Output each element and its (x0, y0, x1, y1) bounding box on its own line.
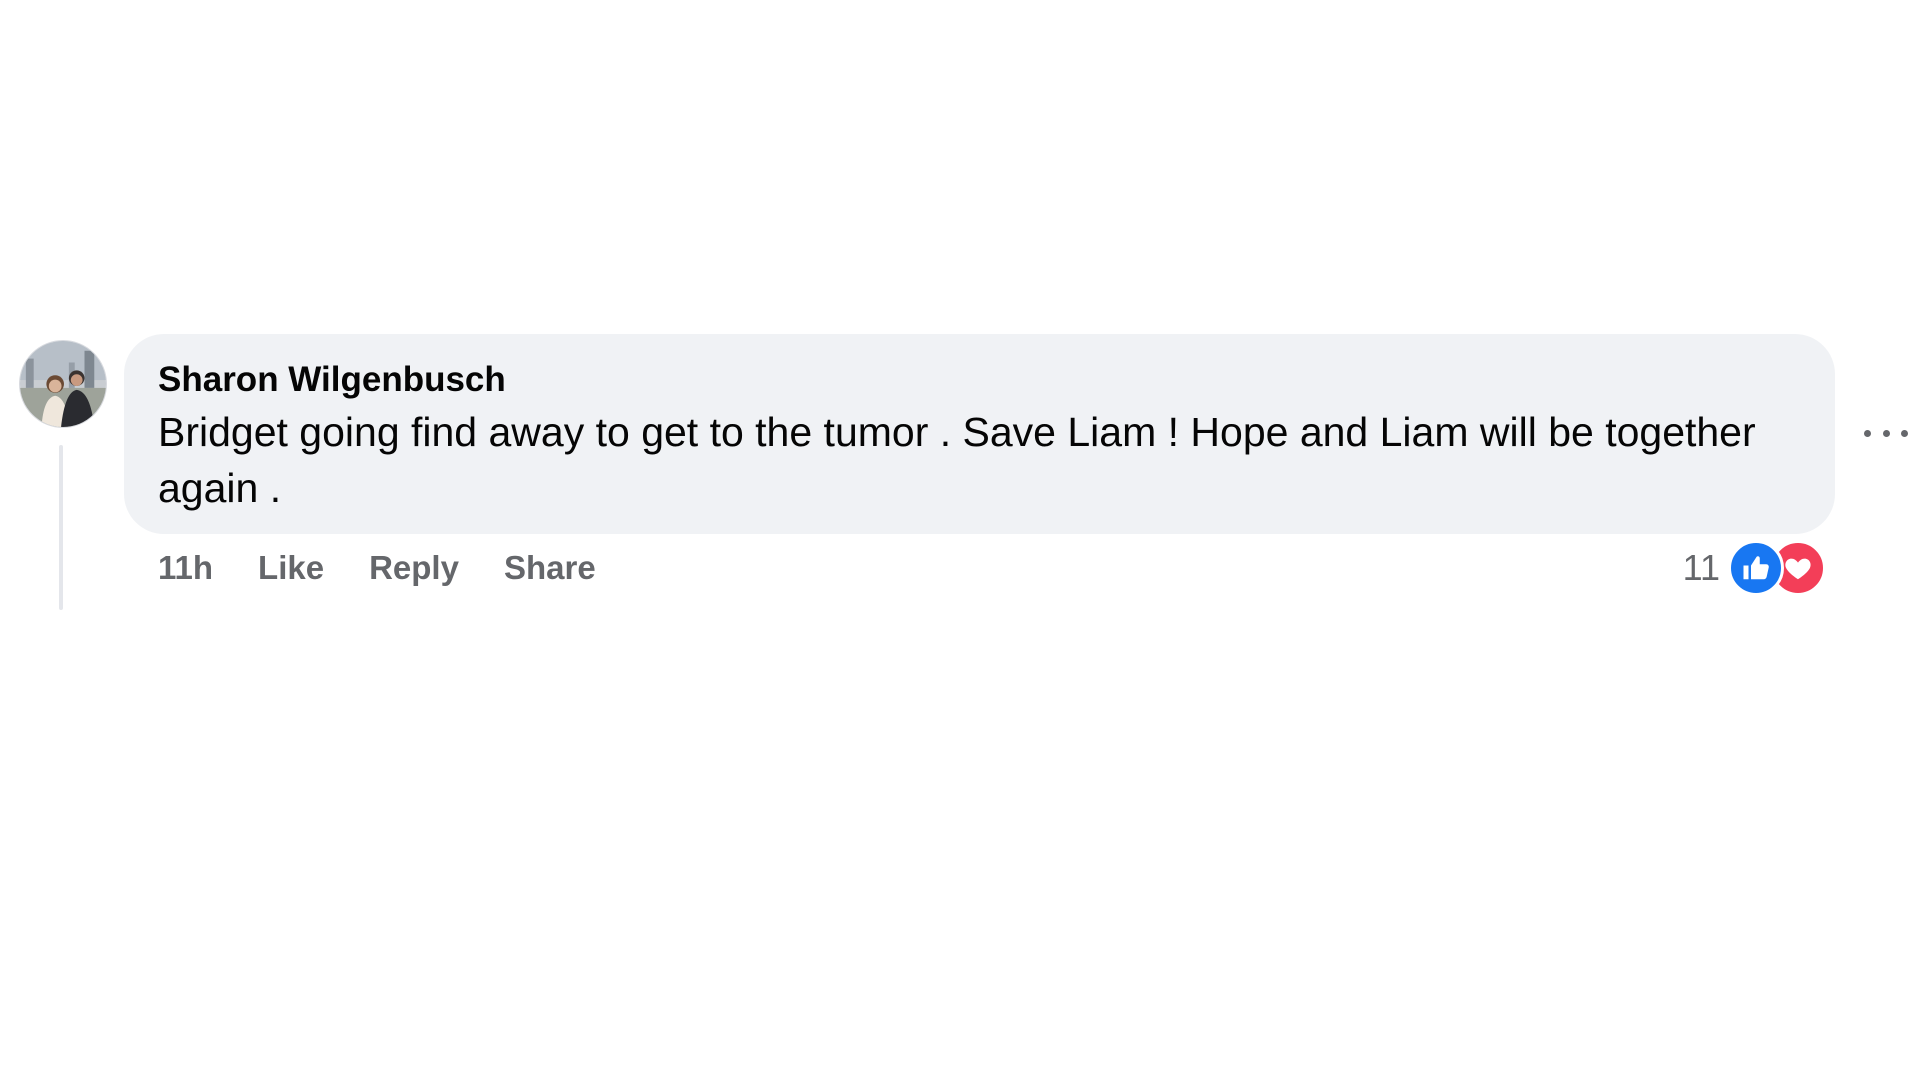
like-icon (1728, 540, 1784, 596)
more-options-icon-dot (1882, 429, 1890, 437)
comment-thread: Sharon Wilgenbusch Bridget going find aw… (0, 0, 1920, 1080)
share-button[interactable]: Share (504, 549, 596, 587)
more-options-button[interactable] (1864, 415, 1908, 451)
comment-text: Bridget going find away to get to the tu… (158, 409, 1756, 511)
comment-actions: 11h Like Reply Share (158, 546, 641, 590)
reaction-summary[interactable]: 11 (1683, 540, 1826, 596)
avatar-photo (20, 341, 106, 427)
comment-timestamp[interactable]: 11h (158, 549, 213, 587)
thread-line (59, 445, 63, 610)
more-options-icon-dot (1901, 429, 1908, 437)
reaction-count: 11 (1682, 547, 1720, 588)
comment-bubble: Sharon Wilgenbusch Bridget going find aw… (124, 334, 1835, 534)
more-options-icon (1864, 429, 1871, 437)
comment-author[interactable]: Sharon Wilgenbusch (158, 358, 1801, 402)
avatar[interactable] (19, 340, 107, 428)
reply-button[interactable]: Reply (369, 549, 459, 587)
like-button[interactable]: Like (258, 549, 324, 587)
